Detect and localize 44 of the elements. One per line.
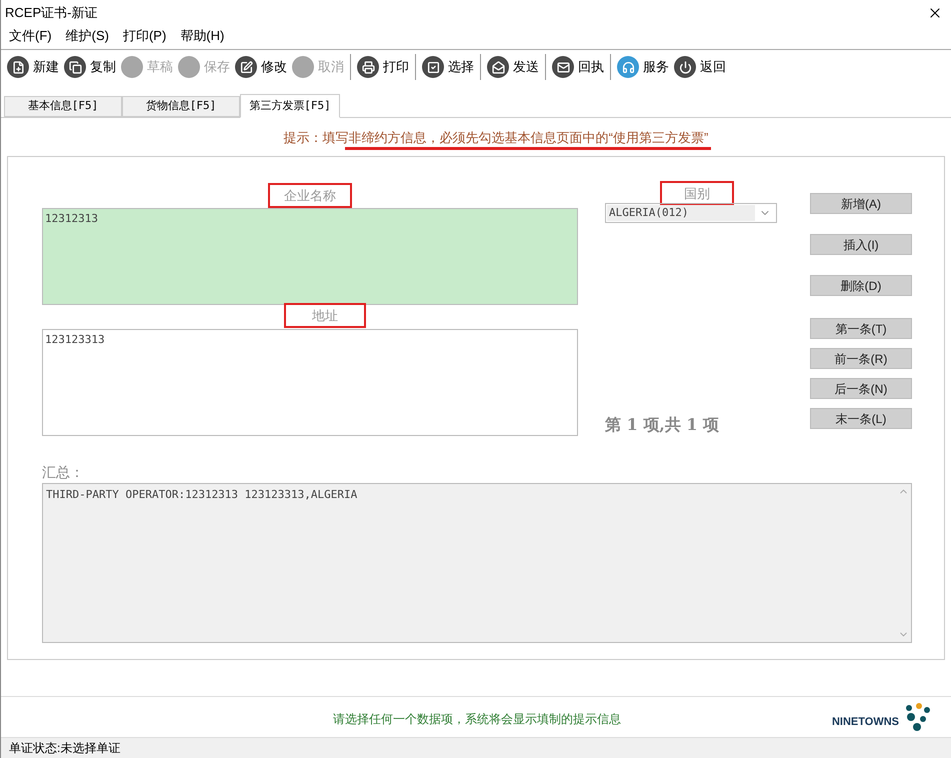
headset-icon bbox=[617, 56, 639, 78]
tab[interactable]: 货物信息[F5] bbox=[122, 96, 240, 117]
status-text: 单证状态:未选择单证 bbox=[9, 740, 120, 757]
logo-text: NINETOWNS bbox=[832, 714, 899, 730]
menu-item[interactable]: 文件(F) bbox=[9, 26, 52, 46]
window-title: RCEP证书-新证 bbox=[5, 4, 98, 22]
country-dropdown[interactable]: ALGERIA(012) bbox=[605, 203, 777, 223]
toolbar-button[interactable]: 回执 bbox=[551, 54, 605, 80]
printer-icon bbox=[357, 56, 379, 78]
field-label: 企业名称 bbox=[268, 183, 352, 208]
new-file-icon bbox=[7, 56, 29, 78]
record-counter: 第 1 项,共 1 项 bbox=[605, 414, 720, 436]
action-button[interactable]: 新增(A) bbox=[810, 193, 912, 214]
toolbar-button[interactable]: 服务 bbox=[616, 54, 670, 80]
tab[interactable]: 基本信息[F5] bbox=[4, 96, 122, 117]
mail-icon bbox=[552, 56, 574, 78]
footer-hint: 请选择任何一个数据项，系统将会显示填制的提示信息 bbox=[333, 711, 621, 728]
action-button[interactable]: 第一条(T) bbox=[810, 318, 912, 339]
envelope-icon bbox=[487, 56, 509, 78]
toolbar-button[interactable]: 发送 bbox=[486, 54, 540, 80]
edit-icon bbox=[235, 56, 257, 78]
menu-item[interactable]: 帮助(H) bbox=[180, 26, 224, 46]
power-icon bbox=[674, 56, 696, 78]
address-field[interactable]: 123123313 bbox=[42, 329, 578, 436]
toolbar-button[interactable]: 修改 bbox=[234, 54, 288, 80]
action-button[interactable]: 插入(I) bbox=[810, 234, 912, 255]
summary-field[interactable]: THIRD-PARTY OPERATOR:12312313 123123313,ALGERIA bbox=[42, 483, 912, 643]
toolbar-button[interactable]: 新建 bbox=[6, 54, 60, 80]
toolbar-button[interactable]: 打印 bbox=[356, 54, 410, 80]
tab[interactable]: 第三方发票[F5] bbox=[240, 94, 340, 118]
summary-label: 汇总： bbox=[42, 463, 85, 482]
hint-text: 提示：填写非缔约方信息，必须先勾选基本信息页面中的“使用第三方发票” bbox=[284, 129, 708, 148]
checkbox-icon bbox=[422, 56, 444, 78]
menu-item[interactable]: 维护(S) bbox=[66, 26, 109, 46]
toolbar-button[interactable]: 复制 bbox=[63, 54, 117, 80]
copy-icon bbox=[64, 56, 86, 78]
action-button[interactable]: 前一条(R) bbox=[810, 348, 912, 369]
action-button[interactable]: 末一条(L) bbox=[810, 408, 912, 429]
toolbar-button[interactable]: 返回 bbox=[673, 54, 727, 80]
toolbar-button[interactable]: 选择 bbox=[421, 54, 475, 80]
company-name-field[interactable]: 12312313 bbox=[42, 208, 578, 305]
action-button[interactable]: 删除(D) bbox=[810, 275, 912, 296]
menu-item[interactable]: 打印(P) bbox=[122, 26, 166, 46]
action-button[interactable]: 后一条(N) bbox=[810, 378, 912, 399]
